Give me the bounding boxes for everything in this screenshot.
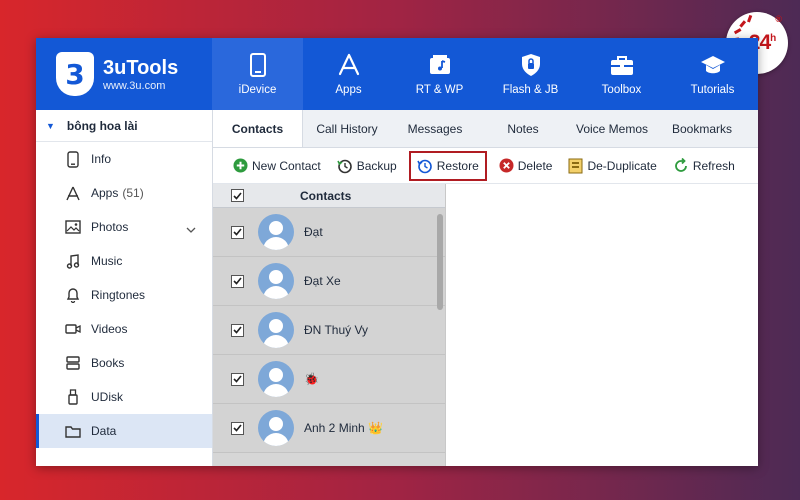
- select-all-checkbox[interactable]: [231, 189, 244, 202]
- nav-tab-toolbox[interactable]: Toolbox: [576, 38, 667, 110]
- contacts-list: Contacts Đạt Đạt Xe ĐN Thuý Vy 🐞 Anh 2 M…: [213, 184, 446, 466]
- refresh-icon: [673, 157, 689, 174]
- nav-tab-idevice[interactable]: iDevice: [212, 38, 303, 110]
- de-duplicate-icon: [568, 158, 583, 174]
- bell-icon: [64, 287, 82, 303]
- nav-tab-apps[interactable]: Apps: [303, 38, 394, 110]
- backup-button[interactable]: Backup: [333, 151, 401, 181]
- sidebar-item-info[interactable]: Info: [36, 142, 212, 176]
- brand: 3 3uTools www.3u.com: [36, 38, 212, 110]
- photo-icon: [64, 220, 82, 234]
- sidebar-item-music[interactable]: Music: [36, 244, 212, 278]
- sidebar-item-ringtones[interactable]: Ringtones: [36, 278, 212, 312]
- sidebar-item-videos[interactable]: Videos: [36, 312, 212, 346]
- tab-messages[interactable]: Messages: [391, 110, 479, 147]
- music-note-icon: [64, 253, 82, 269]
- tab-call-history[interactable]: Call History: [303, 110, 391, 147]
- restore-button[interactable]: Restore: [408, 150, 487, 181]
- sidebar-item-books[interactable]: Books: [36, 346, 212, 380]
- main-nav: iDevice Apps RT & WP Flash & JB Toolbox …: [212, 38, 758, 110]
- sidebar: ▼ bông hoa lài Info Apps (51) Photos Mus…: [36, 110, 213, 466]
- de-duplicate-button[interactable]: De-Duplicate: [564, 151, 660, 181]
- phone-outline-icon: [64, 150, 82, 168]
- contact-detail-pane: [446, 184, 758, 466]
- contact-row[interactable]: Đạt: [213, 208, 445, 257]
- toolbox-icon: [610, 52, 634, 78]
- contact-checkbox[interactable]: [231, 225, 244, 239]
- video-icon: [64, 323, 82, 335]
- delete-button[interactable]: Delete: [495, 151, 557, 181]
- contact-checkbox[interactable]: [231, 274, 244, 288]
- nav-tab-rt-wp[interactable]: RT & WP: [394, 38, 485, 110]
- data-subtabs: Contacts Call History Messages Notes Voi…: [213, 110, 758, 148]
- folder-icon: [64, 425, 82, 438]
- nav-tab-tutorials[interactable]: Tutorials: [667, 38, 758, 110]
- brand-logo-icon: 3: [56, 52, 94, 96]
- backup-clock-icon: [336, 158, 353, 174]
- avatar: [258, 361, 294, 397]
- top-bar: 3 3uTools www.3u.com iDevice Apps RT & W…: [36, 38, 758, 110]
- sidebar-item-photos[interactable]: Photos: [36, 210, 212, 244]
- sidebar-item-data[interactable]: Data: [36, 414, 212, 448]
- contact-checkbox[interactable]: [231, 421, 244, 435]
- avatar: [258, 410, 294, 446]
- app-store-icon: [64, 186, 82, 201]
- graduation-cap-icon: [700, 52, 726, 78]
- tab-bookmarks[interactable]: Bookmarks: [657, 110, 747, 147]
- avatar: [258, 214, 294, 250]
- refresh-button[interactable]: Refresh: [669, 151, 739, 181]
- contact-row[interactable]: Anh 2 Minh 👑: [213, 404, 445, 453]
- app-window: 3 3uTools www.3u.com iDevice Apps RT & W…: [36, 38, 758, 466]
- shield-icon: [520, 52, 542, 78]
- nav-tab-flash-jb[interactable]: Flash & JB: [485, 38, 576, 110]
- restore-clock-icon: [417, 158, 433, 174]
- contact-row[interactable]: 🐞: [213, 355, 445, 404]
- tab-notes[interactable]: Notes: [479, 110, 567, 147]
- contacts-scrollbar[interactable]: [437, 214, 443, 310]
- app-store-icon: [337, 52, 361, 78]
- sidebar-item-udisk[interactable]: UDisk: [36, 380, 212, 414]
- ringtone-wallpaper-icon: [428, 52, 452, 78]
- sidebar-item-apps[interactable]: Apps (51): [36, 176, 212, 210]
- tab-contacts[interactable]: Contacts: [213, 110, 303, 147]
- chevron-down-icon[interactable]: [186, 222, 196, 236]
- tab-voice-memos[interactable]: Voice Memos: [567, 110, 657, 147]
- brand-name: 3uTools: [103, 56, 179, 79]
- brand-url: www.3u.com: [103, 79, 166, 92]
- contact-row[interactable]: ĐN Thuý Vy: [213, 306, 445, 355]
- usb-icon: [64, 389, 82, 405]
- phone-icon: [249, 52, 266, 78]
- contacts-list-header: Contacts: [213, 184, 445, 208]
- avatar: [258, 312, 294, 348]
- caret-down-icon: ▼: [46, 120, 55, 131]
- new-contact-button[interactable]: New Contact: [229, 151, 325, 181]
- main-panel: Contacts Call History Messages Notes Voi…: [213, 110, 758, 466]
- plus-circle-icon: [233, 158, 248, 173]
- delete-x-icon: [499, 158, 514, 173]
- avatar: [258, 263, 294, 299]
- contacts-toolbar: New Contact Backup Restore Delete De-Dup…: [213, 148, 758, 184]
- contact-row[interactable]: Đạt Xe: [213, 257, 445, 306]
- books-icon: [64, 356, 82, 370]
- contact-checkbox[interactable]: [231, 323, 244, 337]
- contact-checkbox[interactable]: [231, 372, 244, 386]
- device-selector[interactable]: ▼ bông hoa lài: [36, 110, 212, 142]
